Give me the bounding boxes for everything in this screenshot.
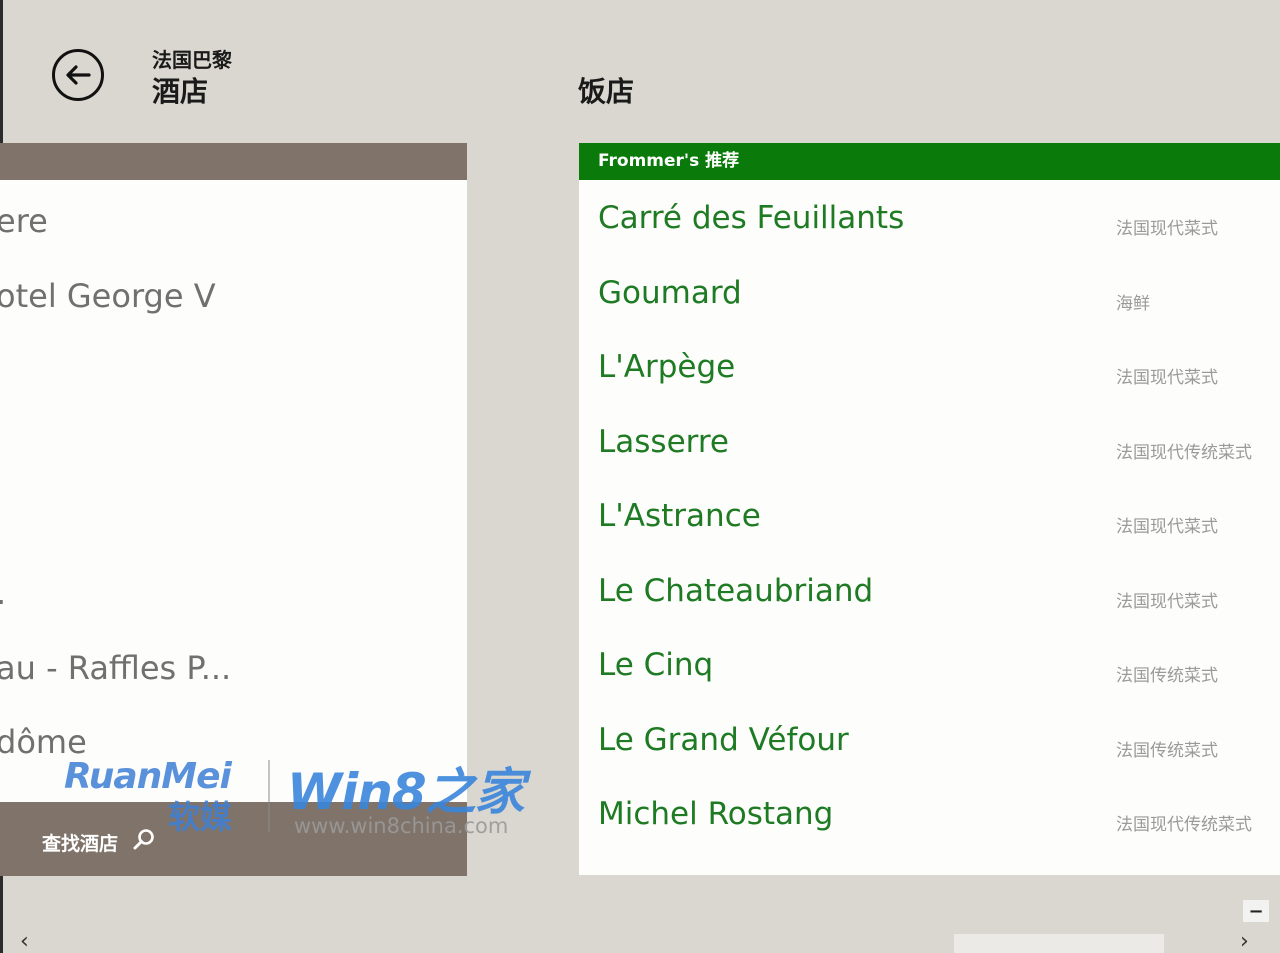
restaurant-row[interactable]: Lasserre 法国现代传统菜式 xyxy=(579,424,1280,498)
restaurant-cuisine: 法国传统菜式 xyxy=(1116,741,1218,761)
hotels-header-bar xyxy=(0,143,467,180)
restaurant-row[interactable]: Le Chateaubriand 法国现代菜式 xyxy=(579,573,1280,647)
restaurant-row[interactable]: Le Grand Véfour 法国传统菜式 xyxy=(579,722,1280,796)
find-hotel-button[interactable]: 查找酒店 xyxy=(42,829,118,856)
restaurant-cuisine: 法国现代菜式 xyxy=(1116,592,1218,612)
hotel-item[interactable]: au - Raffles P... xyxy=(0,649,231,687)
restaurant-name: Le Grand Véfour xyxy=(598,722,849,758)
restaurant-row[interactable]: L'Astrance 法国现代菜式 xyxy=(579,498,1280,572)
restaurant-name: Carré des Feuillants xyxy=(598,200,905,236)
watermark-url: www.win8china.com xyxy=(294,814,509,838)
restaurants-section-title: 饭店 xyxy=(578,75,635,108)
back-button[interactable] xyxy=(52,49,104,101)
restaurant-name: L'Astrance xyxy=(598,498,761,534)
restaurant-name: Goumard xyxy=(598,275,742,311)
restaurant-cuisine: 法国现代传统菜式 xyxy=(1116,815,1252,835)
hotel-list: ere otel George V . au - Raffles P... dô… xyxy=(0,180,467,802)
restaurant-cuisine: 法国现代菜式 xyxy=(1116,219,1218,239)
restaurant-cuisine: 法国现代菜式 xyxy=(1116,368,1218,388)
watermark-ruanmei-cn: 软媒 xyxy=(168,798,233,836)
restaurant-name: L'Arpège xyxy=(598,349,736,385)
restaurant-row[interactable]: Le Cinq 法国传统菜式 xyxy=(579,647,1280,721)
scroll-right-arrow-icon[interactable]: › xyxy=(1240,929,1249,953)
restaurant-row[interactable]: Michel Rostang 法国现代传统菜式 xyxy=(579,796,1280,870)
location-subtitle: 法国巴黎 xyxy=(152,48,232,72)
restaurant-name: Le Chateaubriand xyxy=(598,573,874,609)
restaurant-list: Carré des Feuillants 法国现代菜式 Goumard 海鲜 L… xyxy=(579,180,1280,875)
restaurant-row[interactable]: Carré des Feuillants 法国现代菜式 xyxy=(579,200,1280,274)
watermark-ruanmei-logo: RuanMei xyxy=(64,756,232,797)
watermark-divider xyxy=(268,760,270,832)
horizontal-scrollbar-thumb[interactable] xyxy=(954,934,1164,953)
back-arrow-icon xyxy=(66,65,91,85)
restaurant-name: Michel Rostang xyxy=(598,796,834,832)
scroll-left-arrow-icon[interactable]: ‹ xyxy=(20,929,29,953)
restaurant-cuisine: 法国传统菜式 xyxy=(1116,666,1218,686)
page-title: 酒店 xyxy=(152,75,209,108)
restaurant-name: Le Cinq xyxy=(598,647,714,683)
semantic-zoom-button[interactable]: − xyxy=(1243,900,1269,922)
frommers-recommend-header: Frommer's 推荐 xyxy=(579,143,1280,180)
restaurant-cuisine: 海鲜 xyxy=(1116,294,1150,314)
hotel-item[interactable]: otel George V xyxy=(0,277,216,315)
hotel-item[interactable]: . xyxy=(0,574,6,612)
restaurant-row[interactable]: Goumard 海鲜 xyxy=(579,275,1280,349)
restaurant-row[interactable]: L'Arpège 法国现代菜式 xyxy=(579,349,1280,423)
restaurant-name: Lasserre xyxy=(598,424,729,460)
restaurant-cuisine: 法国现代菜式 xyxy=(1116,517,1218,537)
restaurant-cuisine: 法国现代传统菜式 xyxy=(1116,443,1252,463)
hotel-item[interactable]: ere xyxy=(0,202,48,240)
search-icon[interactable] xyxy=(132,827,156,851)
